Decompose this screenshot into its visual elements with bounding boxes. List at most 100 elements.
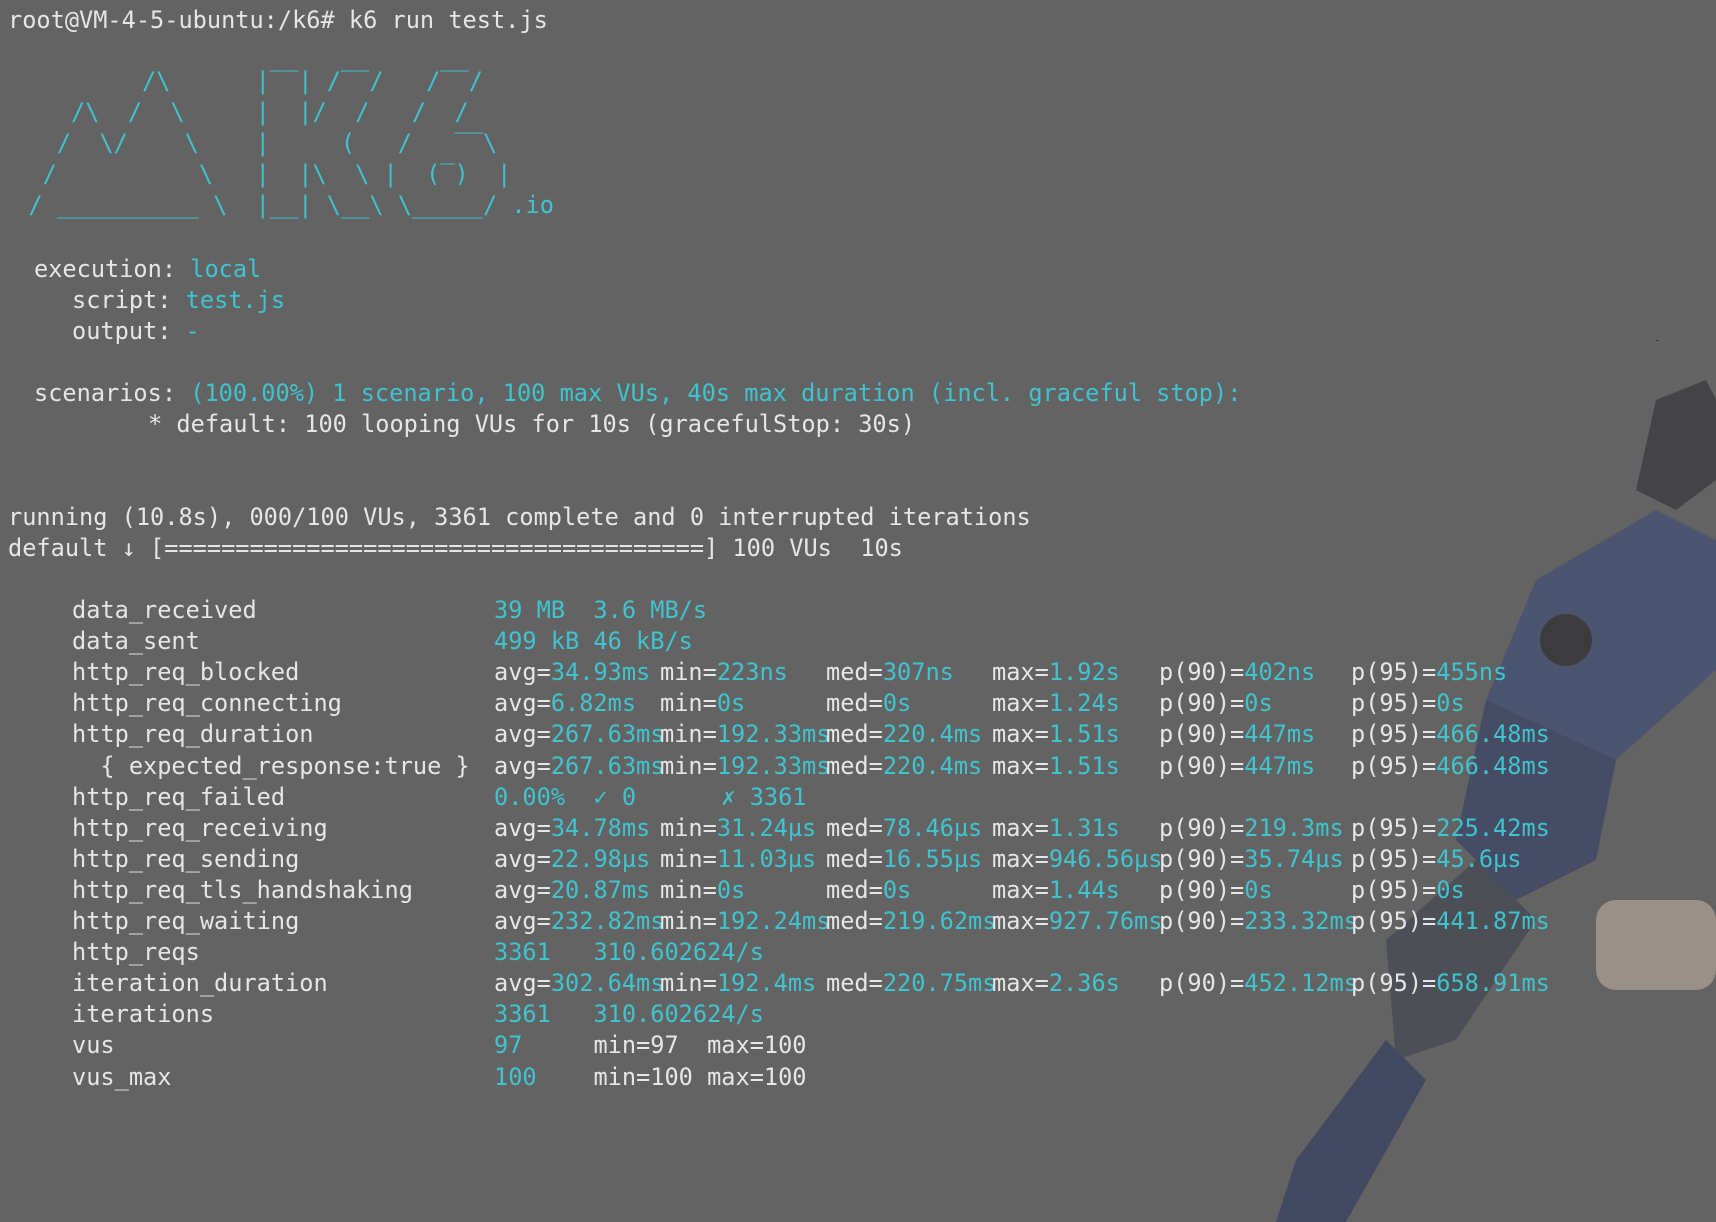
metric-stat-key: med=: [826, 907, 883, 935]
metric-stat-value: 1.92s: [1048, 658, 1120, 687]
metric-stat: p(95)=441.87ms: [1351, 904, 1550, 938]
metric-stat-key: p(95)=: [1351, 969, 1437, 998]
metric-stat-value: 16.55µs: [882, 844, 983, 873]
metric-stat-value: 192.4ms: [716, 969, 817, 998]
running-status: running (10.8s), 000/100 VUs, 3361 compl…: [8, 503, 1031, 531]
metric-stat: p(90)=447ms: [1159, 717, 1315, 751]
metric-stat: p(90)=402ns: [1159, 655, 1315, 689]
metric-stat-key: min=: [660, 969, 717, 998]
metric-stat: p(90)=452.12ms: [1159, 966, 1358, 1000]
execution-row: execution: local: [34, 252, 261, 286]
metric-stat: med=16.55µs: [826, 842, 982, 876]
metric-stat-value: 35.74µs: [1244, 844, 1344, 873]
metric-stat-key: p(95)=: [1351, 907, 1437, 935]
metric-name: http_req_receiving: [72, 813, 328, 842]
metric-stat-key: min=: [660, 813, 717, 842]
metric-stat-key: avg=: [494, 813, 551, 842]
metric-name: http_req_connecting: [72, 689, 342, 718]
metric-stat: min=11.03µs: [660, 842, 816, 876]
metric-stat-value: 6.82ms: [550, 689, 637, 718]
metric-stat-key: avg=: [494, 658, 551, 687]
metric-stat: max=1.51s: [992, 749, 1120, 783]
metric-stat: p(95)=466.48ms: [1351, 717, 1550, 751]
logo-line: / \ | |\ \ | (‾) |: [0, 160, 512, 188]
metric-stat: med=220.4ms: [826, 717, 982, 751]
metric-stat-value: 22.98µs: [550, 844, 651, 873]
metric-stat: avg=302.64ms: [494, 966, 664, 1000]
metric-name: data_sent: [72, 627, 200, 656]
metric-stat: max=1.31s: [992, 811, 1120, 845]
metric-stat-value: 466.48ms: [1436, 751, 1550, 780]
metric-stat-key: p(95)=: [1351, 689, 1437, 718]
logo-line: / __________ \ |__| \__\ \_____/ .io: [0, 191, 554, 219]
metric-stat-value: 225.42ms: [1436, 813, 1550, 842]
metric-stat: avg=232.82ms: [494, 904, 664, 938]
metric-stat-key: med=: [826, 658, 883, 687]
metric-stat: max=1.92s: [992, 655, 1120, 689]
metric-value: ✓ 0 ✗ 3361: [565, 782, 807, 811]
metric-stat: min=192.24ms: [660, 904, 830, 938]
metric-stat: avg=267.63ms: [494, 749, 664, 783]
metric-stat-value: 0s: [716, 689, 746, 718]
metric-stat-value: 11.03µs: [716, 844, 817, 873]
scenario-detail: * default: 100 looping VUs for 10s (grac…: [148, 410, 916, 438]
metric-stat: max=1.51s: [992, 717, 1120, 751]
metric-stat: p(95)=455ns: [1351, 655, 1507, 689]
metric-stat-value: 2.36s: [1048, 969, 1120, 998]
metric-stat-value: 658.91ms: [1436, 969, 1550, 998]
metric-stat: p(95)=0s: [1351, 873, 1465, 907]
metric-stat-value: 0s: [1244, 875, 1273, 904]
metric-stat-key: max=: [992, 813, 1049, 842]
metric-stat-key: p(95)=: [1351, 751, 1437, 780]
metric-stat-key: min=: [660, 689, 717, 718]
metric-stat-key: max=: [992, 969, 1049, 998]
metric-stat-key: p(90)=: [1159, 751, 1245, 780]
metric-stat-key: max=: [992, 751, 1049, 780]
metric-name: vus: [72, 1031, 115, 1060]
scenarios-summary: (100.00%) 1 scenario, 100 max VUs, 40s m…: [190, 379, 1242, 407]
script-row: script: test.js: [72, 283, 285, 317]
metric-values: 3361 310.602624/s: [494, 935, 764, 969]
metric-stat-key: avg=: [494, 720, 551, 749]
metric-stat-key: avg=: [494, 907, 551, 935]
metric-stat: med=220.75ms: [826, 966, 996, 1000]
metric-stat-value: 192.24ms: [716, 907, 831, 935]
metric-stat-key: p(90)=: [1159, 720, 1245, 749]
metric-value: 3361: [494, 938, 551, 967]
metric-stat: p(95)=0s: [1351, 686, 1465, 720]
metric-stat: p(90)=35.74µs: [1159, 842, 1344, 876]
metric-stat-key: min=: [660, 844, 717, 873]
metric-stat-value: 0s: [882, 875, 912, 904]
metric-stat-key: med=: [826, 875, 883, 904]
metric-value: 310.602624/s: [550, 938, 764, 967]
metric-stat-key: p(90)=: [1159, 844, 1245, 873]
metric-stat: med=220.4ms: [826, 749, 982, 783]
metric-name: vus_max: [72, 1062, 172, 1091]
metric-stat-key: p(90)=: [1159, 689, 1245, 718]
metric-stat-key: max=: [992, 844, 1049, 873]
shell-prompt: root@VM-4-5-ubuntu:/k6# k6 run test.js: [8, 6, 548, 34]
metric-stat-key: avg=: [494, 751, 551, 780]
terminal-window[interactable]: root@VM-4-5-ubuntu:/k6# k6 run test.js /…: [0, 0, 1716, 1222]
metric-stat: max=1.24s: [992, 686, 1120, 720]
metric-values: 39 MB 3.6 MB/s: [494, 593, 707, 627]
metric-stat: p(90)=219.3ms: [1159, 811, 1344, 845]
metric-stat: med=78.46µs: [826, 811, 982, 845]
metric-stat-value: 1.51s: [1048, 720, 1120, 749]
metric-stat-value: 267.63ms: [550, 751, 665, 780]
scenarios-row: scenarios: (100.00%) 1 scenario, 100 max…: [34, 376, 1241, 410]
metric-stat-value: 78.46µs: [882, 813, 983, 842]
metric-stat: min=192.33ms: [660, 717, 830, 751]
metric-name: iterations: [72, 1000, 215, 1029]
metric-stat: max=2.36s: [992, 966, 1120, 1000]
metric-stat-value: 232.82ms: [550, 907, 665, 935]
metric-stat-value: 233.32ms: [1244, 907, 1358, 935]
metric-stat-key: p(95)=: [1351, 875, 1437, 904]
metric-stat-key: p(90)=: [1159, 969, 1245, 998]
metric-stat-value: 302.64ms: [550, 969, 665, 998]
progress-bar-line: default ↓ [=============================…: [8, 534, 903, 562]
script-label: script:: [72, 286, 172, 314]
metric-stat: p(90)=447ms: [1159, 749, 1315, 783]
metric-stat: p(95)=466.48ms: [1351, 749, 1550, 783]
metric-stat-value: 219.3ms: [1244, 813, 1344, 842]
